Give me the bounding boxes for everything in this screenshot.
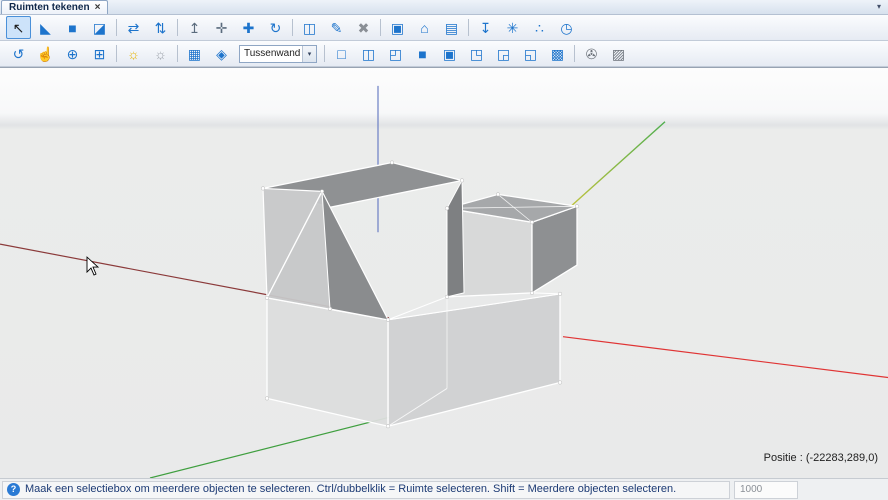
mirror-vertical[interactable]: ⇅ <box>148 16 173 39</box>
light-off[interactable]: ☼ <box>148 42 173 65</box>
status-message-panel: ? Maak een selectiebox om meerdere objec… <box>2 481 730 499</box>
toolbar-separator <box>177 45 178 62</box>
mouse-cursor <box>87 257 98 275</box>
status-message: Maak een selectiebox om meerdere objecte… <box>25 484 676 495</box>
brick-view[interactable]: ▦ <box>182 42 207 65</box>
3d-viewport[interactable]: Positie : (-22283,289,0) <box>0 67 888 478</box>
help-icon[interactable]: ? <box>7 483 20 496</box>
view-shaded-edges[interactable]: ◳ <box>464 42 489 65</box>
tab-label: Ruimten tekenen <box>9 3 90 13</box>
corner-wall-tool[interactable]: ◣ <box>33 16 58 39</box>
tab-ruimten-tekenen[interactable]: Ruimten tekenen × <box>1 0 108 14</box>
orbit-view[interactable]: ↺ <box>6 42 31 65</box>
view-dashed[interactable]: ◰ <box>383 42 408 65</box>
toolbar-separator <box>292 19 293 36</box>
pan-view[interactable]: ☝ <box>33 42 58 65</box>
toolbar-separator <box>380 19 381 36</box>
chevron-down-icon[interactable]: ▾ <box>302 46 316 62</box>
toolbar-overflow-button[interactable]: ▾ <box>870 3 888 11</box>
zoom-extents[interactable]: ⊞ <box>87 42 112 65</box>
view-transparent[interactable]: ◱ <box>518 42 543 65</box>
position-readout: Positie : (-22283,289,0) <box>764 453 878 464</box>
model-face-connector <box>447 180 464 296</box>
application-window: Ruimten tekenen × ▾ ↖◣■◪⇄⇅↥✛✚↻◫✎✖▣⌂▤↧✳∴◷… <box>0 0 888 500</box>
combo-selected-value: Tussenwand <box>240 49 302 59</box>
status-bar-spacer <box>802 481 886 499</box>
move-copy-object[interactable]: ✚ <box>236 16 261 39</box>
split-room[interactable]: ◫ <box>297 16 322 39</box>
toolbar-separator <box>468 19 469 36</box>
chevron-down-icon: ▾ <box>877 2 881 11</box>
history-time[interactable]: ◷ <box>554 16 579 39</box>
delete-object[interactable]: ✖ <box>351 16 376 39</box>
building-model[interactable] <box>261 161 579 428</box>
view-realistic[interactable]: ▩ <box>545 42 570 65</box>
spray-points[interactable]: ∴ <box>527 16 552 39</box>
snap-points[interactable]: ✳ <box>500 16 525 39</box>
light-on[interactable]: ☼ <box>121 42 146 65</box>
move-object[interactable]: ✛ <box>209 16 234 39</box>
toolbar-separator <box>574 45 575 62</box>
select-tool[interactable]: ↖ <box>6 16 31 39</box>
measurement-value: 1000 <box>740 484 762 495</box>
zoom-view[interactable]: ⊕ <box>60 42 85 65</box>
viewport-canvas[interactable] <box>0 68 888 478</box>
measurement-input[interactable]: 1000 <box>734 481 798 499</box>
view-shaded[interactable]: ▣ <box>437 42 462 65</box>
toolbar-separator <box>116 19 117 36</box>
view-textured[interactable]: ◲ <box>491 42 516 65</box>
toolbar-separator <box>116 45 117 62</box>
raise-object[interactable]: ↥ <box>182 16 207 39</box>
axis-y-negative <box>150 417 389 478</box>
toolbar-separator <box>177 19 178 36</box>
screenshot-camera[interactable]: ✇ <box>579 42 604 65</box>
toolbar-row-1: ↖◣■◪ ⇄⇅ ↥✛✚↻ ◫✎✖ ▣⌂▤ ↧✳∴◷ <box>0 15 888 41</box>
view-solid[interactable]: ■ <box>410 42 435 65</box>
world-axes <box>0 86 888 478</box>
tab-close-icon[interactable]: × <box>95 3 101 13</box>
status-bar: ? Maak een selectiebox om meerdere objec… <box>0 478 888 500</box>
wall-type-combo[interactable]: Tussenwand▾ <box>239 45 317 63</box>
edit-draw[interactable]: ✎ <box>324 16 349 39</box>
view-wireframe[interactable]: □ <box>329 42 354 65</box>
toolbar-separator <box>324 45 325 62</box>
add-room[interactable]: ▣ <box>385 16 410 39</box>
mirror-horizontal[interactable]: ⇄ <box>121 16 146 39</box>
polygon-room-tool[interactable]: ◪ <box>87 16 112 39</box>
view-hidden-line[interactable]: ◫ <box>356 42 381 65</box>
roof-view[interactable]: ◈ <box>209 42 234 65</box>
rotate-object[interactable]: ↻ <box>263 16 288 39</box>
tab-bar: Ruimten tekenen × ▾ <box>0 0 888 15</box>
add-dormer[interactable]: ▤ <box>439 16 464 39</box>
export-image[interactable]: ▨ <box>606 42 631 65</box>
toolbar-row-2: ↺☝⊕⊞ ☼☼ ▦◈ Tussenwand▾ □◫◰■▣◳◲◱▩ ✇▨ <box>0 41 888 67</box>
axis-x-positive <box>563 337 888 378</box>
add-roof[interactable]: ⌂ <box>412 16 437 39</box>
rectangle-room-tool[interactable]: ■ <box>60 16 85 39</box>
drop-to-ground[interactable]: ↧ <box>473 16 498 39</box>
